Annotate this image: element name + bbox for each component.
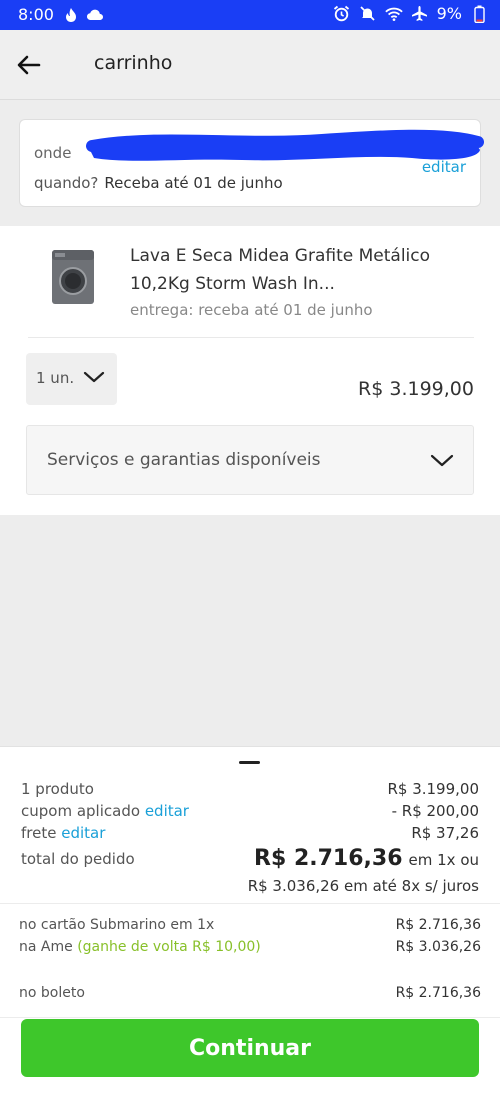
total-value: R$ 2.716,36 — [254, 846, 403, 871]
coupon-value: - R$ 200,00 — [391, 802, 479, 820]
quantity-select[interactable]: 1 un. — [26, 353, 117, 405]
product-price: R$ 3.199,00 — [358, 378, 474, 400]
page-title: carrinho — [94, 52, 173, 74]
payment-value: R$ 2.716,36 — [395, 985, 481, 1001]
payment-value: R$ 3.036,26 — [395, 939, 481, 955]
payment-label: no boleto — [19, 985, 85, 1001]
quantity-value: 1 un. — [36, 369, 75, 387]
edit-coupon-link[interactable]: editar — [145, 802, 189, 820]
summary-products-row: 1 produto R$ 3.199,00 — [21, 780, 479, 798]
status-bar: 8:00 9% — [0, 0, 500, 30]
payment-option-card: no cartão Submarino em 1x R$ 2.716,36 — [19, 917, 481, 933]
cart-item: Lava E Seca Midea Grafite Metálico 10,2K… — [0, 226, 500, 515]
products-value: R$ 3.199,00 — [387, 780, 479, 798]
payment-value: R$ 2.716,36 — [395, 917, 481, 933]
cloud-icon — [86, 6, 104, 24]
chevron-down-icon — [429, 452, 455, 474]
ame-cashback: (ganhe de volta R$ 10,00) — [77, 939, 261, 955]
airplane-icon — [411, 5, 429, 23]
when-value: Receba até 01 de junho — [104, 174, 283, 192]
divider — [28, 337, 474, 338]
flame-icon — [62, 6, 80, 24]
summary-shipping-row: frete editar R$ 37,26 — [21, 824, 479, 842]
address-label: onde — [34, 144, 72, 162]
installments-text: R$ 3.036,26 em até 8x s/ juros — [247, 877, 479, 895]
order-summary-sheet: 1 produto R$ 3.199,00 cupom aplicado edi… — [0, 746, 500, 1096]
mute-icon — [359, 5, 377, 23]
battery-icon — [470, 5, 488, 23]
shipping-label: frete — [21, 824, 57, 842]
redaction-scribble — [86, 129, 484, 161]
alarm-icon — [333, 5, 351, 23]
when-label: quando? — [34, 174, 99, 192]
total-suffix: em 1x ou — [408, 851, 479, 869]
edit-shipping-link[interactable]: editar — [61, 824, 105, 842]
divider — [0, 903, 500, 904]
summary-coupon-row: cupom aplicado editar - R$ 200,00 — [21, 802, 479, 820]
continue-button[interactable]: Continuar — [21, 1019, 479, 1077]
sheet-handle[interactable] — [239, 761, 260, 764]
payment-option-boleto: no boleto R$ 2.716,36 — [19, 985, 481, 1001]
coupon-label: cupom aplicado — [21, 802, 141, 820]
shipping-value: R$ 37,26 — [411, 824, 479, 842]
services-label: Serviços e garantias disponíveis — [47, 450, 321, 470]
back-arrow-icon[interactable] — [14, 50, 44, 80]
product-delivery: entrega: receba até 01 de junho — [130, 301, 373, 319]
delivery-when: quando? Receba até 01 de junho — [34, 174, 283, 192]
product-image[interactable] — [50, 248, 96, 306]
payment-label: no cartão Submarino em 1x — [19, 917, 215, 933]
battery-level: 9% — [436, 4, 462, 23]
product-name[interactable]: Lava E Seca Midea Grafite Metálico 10,2K… — [130, 242, 460, 298]
chevron-down-icon — [82, 369, 106, 389]
divider — [0, 1017, 500, 1018]
total-line: R$ 2.716,36 em 1x ou — [254, 846, 479, 871]
delivery-address-card: onde editar quando? Receba até 01 de junh… — [19, 119, 484, 207]
payment-option-ame: na Ame (ganhe de volta R$ 10,00) R$ 3.03… — [19, 939, 481, 955]
services-warranties-dropdown[interactable]: Serviços e garantias disponíveis — [26, 425, 474, 495]
wifi-icon — [384, 5, 403, 23]
payment-label: na Ame — [19, 939, 73, 955]
products-label: 1 produto — [21, 780, 94, 798]
status-time: 8:00 — [18, 5, 54, 24]
app-header: carrinho — [0, 30, 500, 100]
total-label: total do pedido — [21, 850, 135, 868]
